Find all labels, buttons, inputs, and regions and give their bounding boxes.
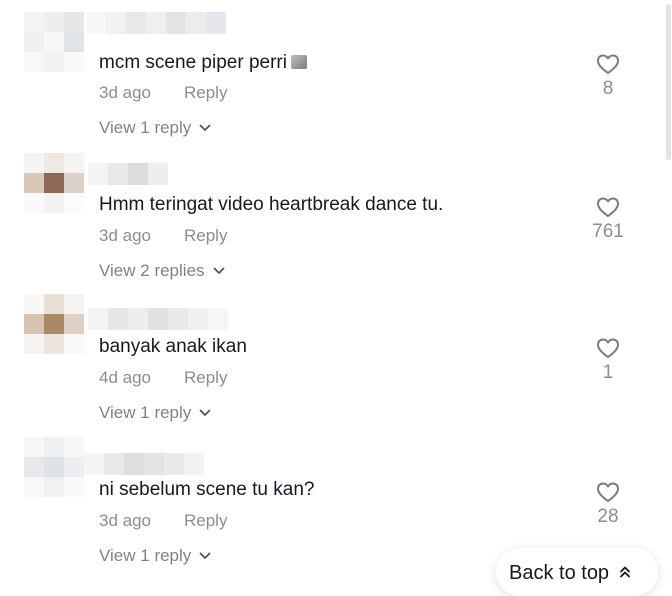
avatar[interactable] bbox=[24, 294, 84, 354]
view-replies-button[interactable]: View 1 reply bbox=[99, 546, 211, 566]
comment-body: banyak anak ikan bbox=[99, 336, 247, 357]
view-replies-label: View 2 replies bbox=[99, 261, 205, 280]
view-replies-button[interactable]: View 2 replies bbox=[99, 261, 225, 281]
reply-button[interactable]: Reply bbox=[184, 368, 227, 388]
heart-outline-icon[interactable] bbox=[596, 337, 620, 359]
like-area: 1 bbox=[580, 337, 636, 384]
comment-meta: 3d ago Reply bbox=[99, 83, 227, 103]
comment-body: Hmm teringat video heartbreak dance tu. bbox=[99, 194, 444, 215]
username[interactable] bbox=[86, 12, 226, 34]
scrollbar[interactable] bbox=[664, 0, 672, 160]
reply-button[interactable]: Reply bbox=[184, 226, 227, 246]
like-count: 28 bbox=[597, 506, 619, 527]
comment-time: 4d ago bbox=[99, 368, 151, 387]
username[interactable] bbox=[88, 308, 228, 330]
heart-outline-icon[interactable] bbox=[596, 481, 620, 503]
comment-text: mcm scene piper perri bbox=[99, 51, 307, 75]
reply-button[interactable]: Reply bbox=[184, 511, 227, 531]
avatar[interactable] bbox=[24, 153, 84, 213]
comment-time: 3d ago bbox=[99, 511, 151, 530]
chevron-down-icon bbox=[199, 124, 211, 131]
view-replies-button[interactable]: View 1 reply bbox=[99, 403, 211, 423]
avatar[interactable] bbox=[24, 12, 84, 72]
scrollbar-thumb[interactable] bbox=[666, 4, 671, 160]
like-count: 8 bbox=[602, 78, 614, 99]
username[interactable] bbox=[84, 453, 204, 475]
reply-button[interactable]: Reply bbox=[184, 83, 227, 103]
comment-text: Hmm teringat video heartbreak dance tu. bbox=[99, 193, 443, 217]
chevron-down-icon bbox=[199, 552, 211, 559]
like-area: 28 bbox=[580, 481, 636, 528]
back-to-top-button[interactable]: Back to top bbox=[496, 548, 658, 596]
comment-meta: 3d ago Reply bbox=[99, 511, 227, 531]
comment-text: ni sebelum scene tu kan? bbox=[99, 478, 314, 502]
double-chevron-up-icon bbox=[620, 566, 630, 578]
comment-text: banyak anak ikan bbox=[99, 335, 247, 359]
comment-item: mcm scene piper perri 3d ago Reply View … bbox=[0, 0, 672, 140]
view-replies-label: View 1 reply bbox=[99, 546, 192, 565]
comment-time: 3d ago bbox=[99, 83, 151, 102]
heart-outline-icon[interactable] bbox=[596, 53, 620, 75]
comment-meta: 3d ago Reply bbox=[99, 226, 227, 246]
comment-item: Hmm teringat video heartbreak dance tu. … bbox=[0, 143, 672, 283]
comment-body: ni sebelum scene tu kan? bbox=[99, 479, 315, 500]
comment-body: mcm scene piper perri bbox=[99, 52, 287, 73]
view-replies-label: View 1 reply bbox=[99, 118, 192, 137]
like-area: 8 bbox=[580, 53, 636, 100]
avatar[interactable] bbox=[24, 437, 84, 497]
emoji-icon bbox=[290, 55, 307, 69]
like-count: 761 bbox=[592, 221, 624, 242]
heart-outline-icon[interactable] bbox=[596, 196, 620, 218]
chevron-down-icon bbox=[199, 409, 211, 416]
view-replies-button[interactable]: View 1 reply bbox=[99, 118, 211, 138]
chevron-down-icon bbox=[213, 267, 224, 274]
like-count: 1 bbox=[602, 362, 614, 383]
comment-time: 3d ago bbox=[99, 226, 151, 245]
username[interactable] bbox=[88, 163, 168, 185]
back-to-top-label: Back to top bbox=[509, 562, 610, 584]
comment-item: banyak anak ikan 4d ago Reply View 1 rep… bbox=[0, 286, 672, 426]
like-area: 761 bbox=[580, 196, 636, 243]
comment-meta: 4d ago Reply bbox=[99, 368, 227, 388]
view-replies-label: View 1 reply bbox=[99, 403, 192, 422]
